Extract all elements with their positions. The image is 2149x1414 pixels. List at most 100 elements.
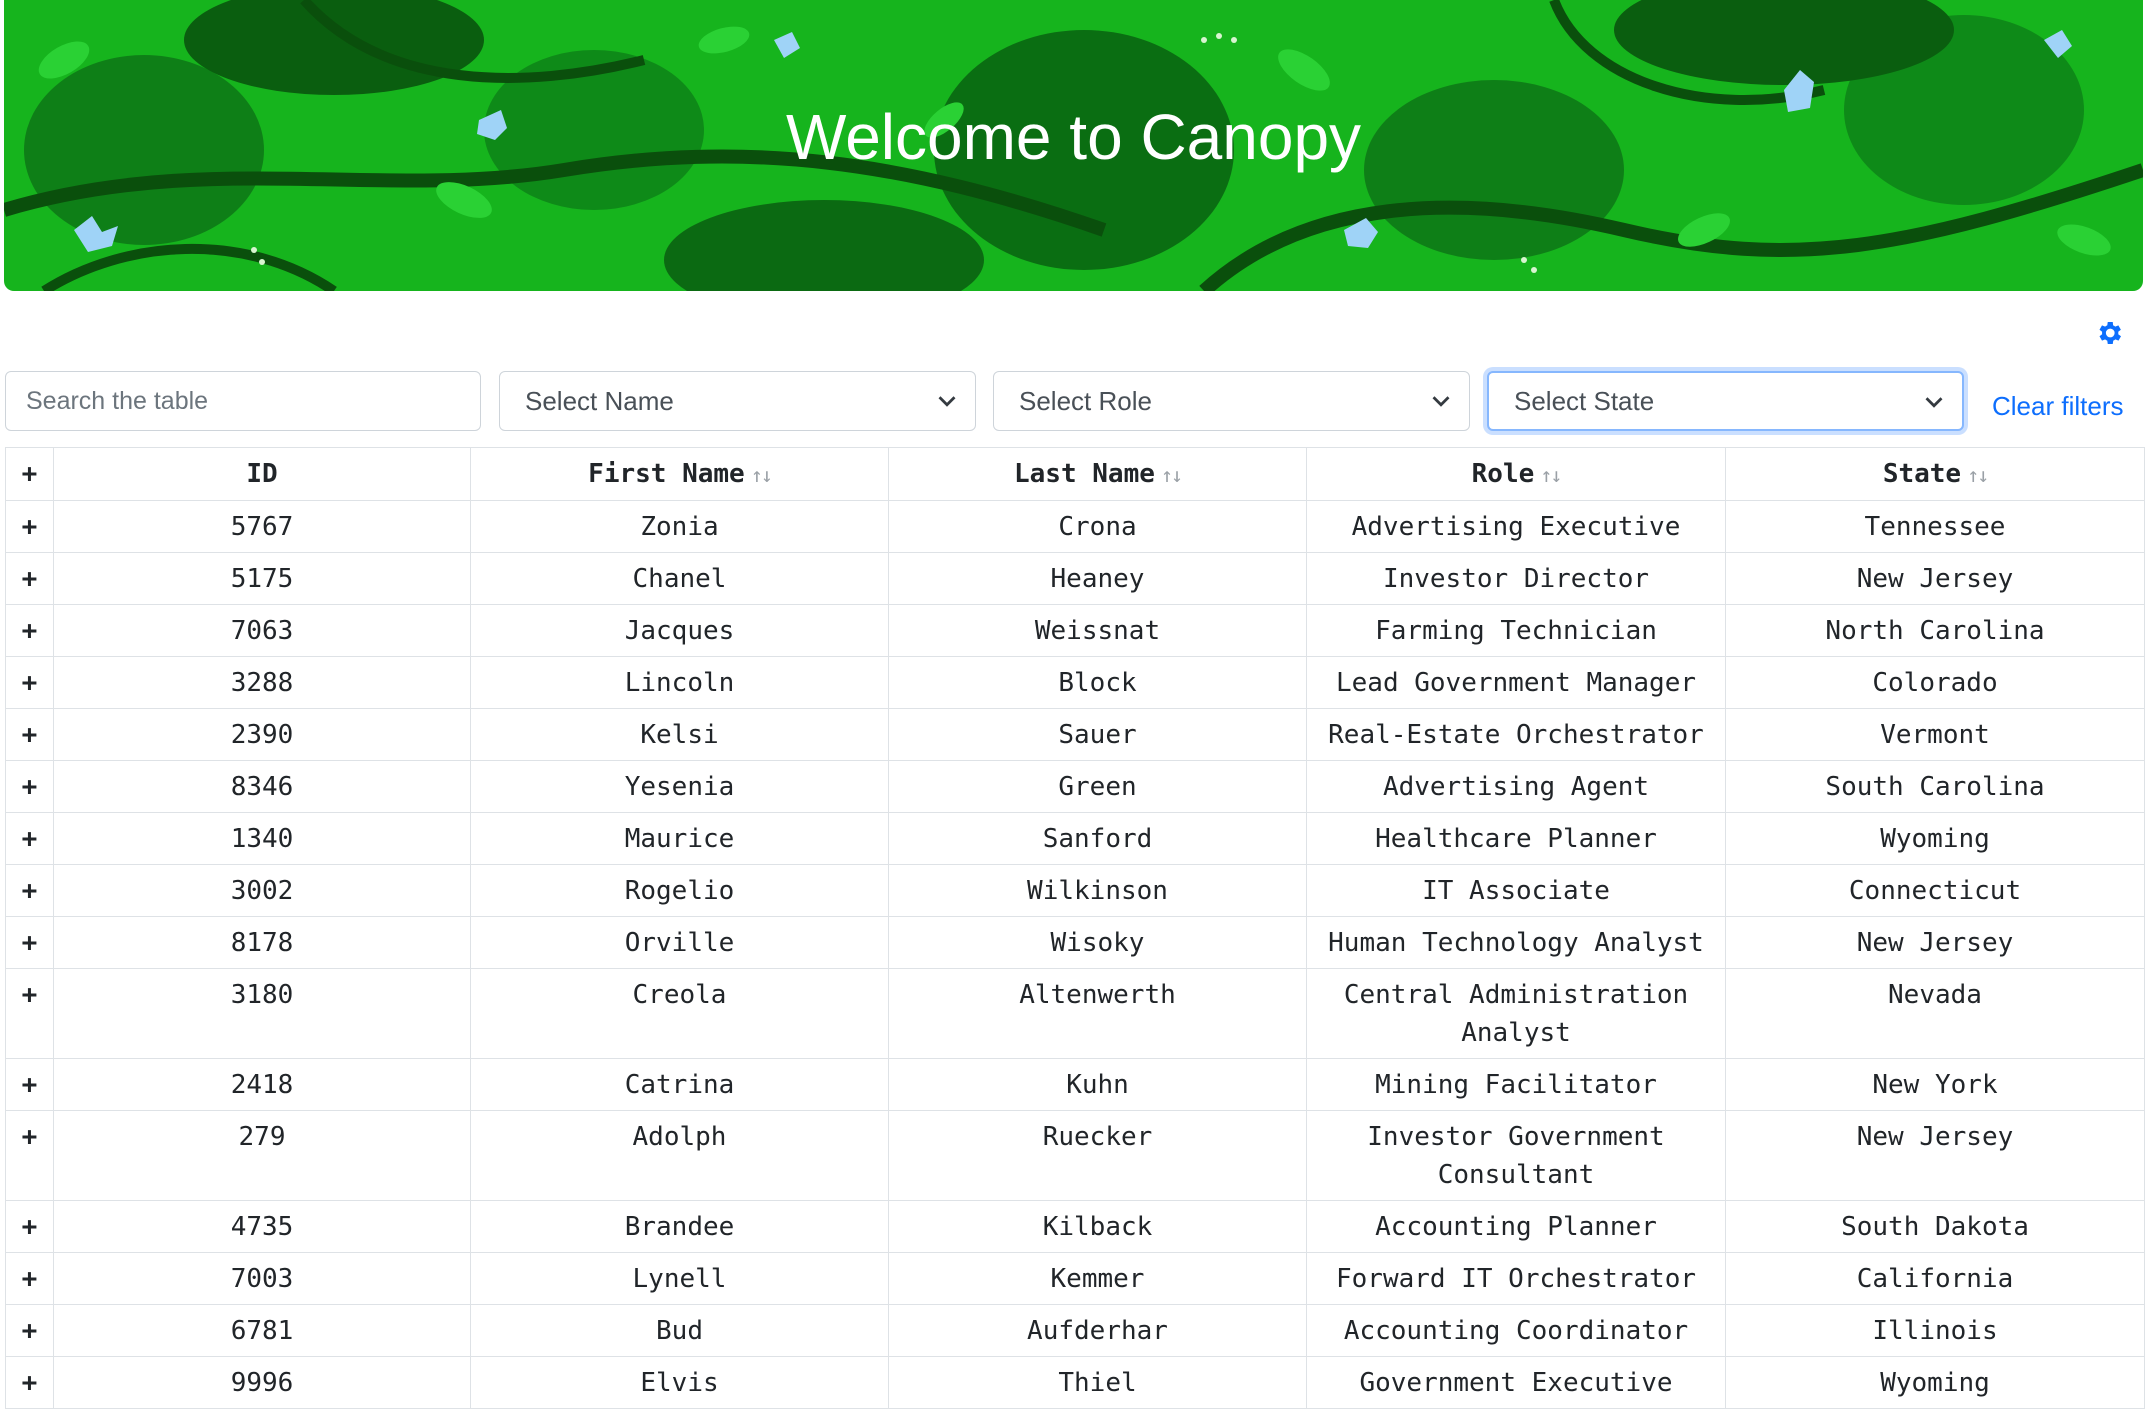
data-table: + ID First Name ↑↓ Last Name ↑↓ Role ↑↓ Sta…: [5, 447, 2145, 1409]
cell-last-name: Crona: [888, 500, 1307, 553]
cell-last-name: Kemmer: [888, 1252, 1307, 1305]
expand-toggle[interactable]: +: [5, 1304, 54, 1357]
cell-last-name: Kilback: [888, 1200, 1307, 1253]
table-row[interactable]: +6781 Bud Aufderhar Accounting Coordinator I…: [5, 1304, 2145, 1357]
expand-all-header[interactable]: +: [5, 447, 54, 501]
table-row[interactable]: +279 Adolph Ruecker Investor Government Con…: [5, 1110, 2145, 1201]
cell-last-name: Block: [888, 656, 1307, 709]
cell-last-name: Sauer: [888, 708, 1307, 761]
cell-role: Healthcare Planner: [1306, 812, 1726, 865]
name-select-value: Select Name: [525, 385, 674, 416]
table-row[interactable]: +4735 Brandee Kilback Accounting Planner Sou…: [5, 1200, 2145, 1253]
cell-last-name: Ruecker: [888, 1110, 1307, 1201]
cell-role: Forward IT Orchestrator: [1306, 1252, 1726, 1305]
search-input[interactable]: [5, 371, 481, 431]
sort-icon[interactable]: ↑↓: [1540, 463, 1562, 487]
column-header-id: ID: [53, 447, 471, 501]
name-select[interactable]: Select Name: [499, 371, 976, 431]
cell-state: South Carolina: [1725, 760, 2145, 813]
cell-state: Connecticut: [1725, 864, 2145, 917]
expand-toggle[interactable]: +: [5, 552, 54, 605]
expand-toggle[interactable]: +: [5, 760, 54, 813]
cell-last-name: Wilkinson: [888, 864, 1307, 917]
table-row[interactable]: +8178 Orville Wisoky Human Technology Analy…: [5, 916, 2145, 969]
cell-role: Investor Director: [1306, 552, 1726, 605]
expand-toggle[interactable]: +: [5, 1252, 54, 1305]
sort-icon[interactable]: ↑↓: [1161, 463, 1183, 487]
cell-state: California: [1725, 1252, 2145, 1305]
page-title: Welcome to Canopy: [785, 101, 1362, 173]
state-select[interactable]: Select State: [1487, 371, 1964, 431]
cell-first-name: Kelsi: [470, 708, 889, 761]
table-row[interactable]: +2418 Catrina Kuhn Mining Facilitator New Yo…: [5, 1058, 2145, 1111]
table-row[interactable]: +1340 Maurice Sanford Healthcare Planner Wyo…: [5, 812, 2145, 865]
chevron-down-icon: [938, 396, 956, 407]
table-row[interactable]: +8346 Yesenia Green Advertising Agent South …: [5, 760, 2145, 813]
gear-icon[interactable]: [2094, 318, 2124, 348]
expand-toggle[interactable]: +: [5, 864, 54, 917]
column-header-first-name[interactable]: First Name ↑↓: [470, 447, 889, 501]
expand-toggle[interactable]: +: [5, 708, 54, 761]
cell-id: 279: [53, 1110, 471, 1201]
table-row[interactable]: +5767 Zonia Crona Advertising Executive Tenn…: [5, 500, 2145, 553]
cell-id: 8346: [53, 760, 471, 813]
cell-first-name: Adolph: [470, 1110, 889, 1201]
table-row[interactable]: +3002 Rogelio Wilkinson IT Associate Connect…: [5, 864, 2145, 917]
column-header-state[interactable]: State ↑↓: [1725, 447, 2145, 501]
cell-role: IT Associate: [1306, 864, 1726, 917]
expand-toggle[interactable]: +: [5, 968, 54, 1059]
cell-role: Advertising Executive: [1306, 500, 1726, 553]
cell-last-name: Heaney: [888, 552, 1307, 605]
table-row[interactable]: +5175 Chanel Heaney Investor Director New Je…: [5, 552, 2145, 605]
cell-state: Tennessee: [1725, 500, 2145, 553]
cell-state: Nevada: [1725, 968, 2145, 1059]
table-row[interactable]: +3288 Lincoln Block Lead Government Manager…: [5, 656, 2145, 709]
cell-state: South Dakota: [1725, 1200, 2145, 1253]
cell-role: Lead Government Manager: [1306, 656, 1726, 709]
cell-last-name: Thiel: [888, 1356, 1307, 1409]
cell-first-name: Jacques: [470, 604, 889, 657]
cell-id: 1340: [53, 812, 471, 865]
expand-toggle[interactable]: +: [5, 1200, 54, 1253]
table-row[interactable]: +3180 Creola Altenwerth Central Administrat…: [5, 968, 2145, 1059]
cell-id: 3180: [53, 968, 471, 1059]
clear-filters-link[interactable]: Clear filters: [1992, 391, 2123, 422]
expand-toggle[interactable]: +: [5, 604, 54, 657]
cell-state: New Jersey: [1725, 552, 2145, 605]
table-row[interactable]: +2390 Kelsi Sauer Real-Estate Orchestrator V…: [5, 708, 2145, 761]
sort-icon[interactable]: ↑↓: [751, 463, 773, 487]
expand-toggle[interactable]: +: [5, 916, 54, 969]
cell-last-name: Green: [888, 760, 1307, 813]
chevron-down-icon: [1925, 397, 1943, 408]
cell-first-name: Lincoln: [470, 656, 889, 709]
table-row[interactable]: +7063 Jacques Weissnat Farming Technician No…: [5, 604, 2145, 657]
sort-icon[interactable]: ↑↓: [1967, 463, 1989, 487]
cell-role: Mining Facilitator: [1306, 1058, 1726, 1111]
table-row[interactable]: +7003 Lynell Kemmer Forward IT Orchestrator…: [5, 1252, 2145, 1305]
expand-toggle[interactable]: +: [5, 812, 54, 865]
expand-toggle[interactable]: +: [5, 1356, 54, 1409]
expand-toggle[interactable]: +: [5, 656, 54, 709]
cell-last-name: Sanford: [888, 812, 1307, 865]
cell-id: 4735: [53, 1200, 471, 1253]
cell-id: 3288: [53, 656, 471, 709]
expand-toggle[interactable]: +: [5, 500, 54, 553]
cell-last-name: Weissnat: [888, 604, 1307, 657]
column-header-role[interactable]: Role ↑↓: [1306, 447, 1726, 501]
cell-id: 7063: [53, 604, 471, 657]
cell-first-name: Bud: [470, 1304, 889, 1357]
expand-toggle[interactable]: +: [5, 1058, 54, 1111]
column-header-last-name[interactable]: Last Name ↑↓: [888, 447, 1307, 501]
cell-state: Illinois: [1725, 1304, 2145, 1357]
expand-toggle[interactable]: +: [5, 1110, 54, 1201]
cell-first-name: Lynell: [470, 1252, 889, 1305]
table-row[interactable]: +9996 Elvis Thiel Government Executive Wyomi…: [5, 1356, 2145, 1409]
cell-id: 7003: [53, 1252, 471, 1305]
cell-first-name: Yesenia: [470, 760, 889, 813]
cell-role: Real-Estate Orchestrator: [1306, 708, 1726, 761]
cell-last-name: Aufderhar: [888, 1304, 1307, 1357]
cell-id: 3002: [53, 864, 471, 917]
cell-id: 5175: [53, 552, 471, 605]
cell-last-name: Altenwerth: [888, 968, 1307, 1059]
role-select[interactable]: Select Role: [993, 371, 1470, 431]
